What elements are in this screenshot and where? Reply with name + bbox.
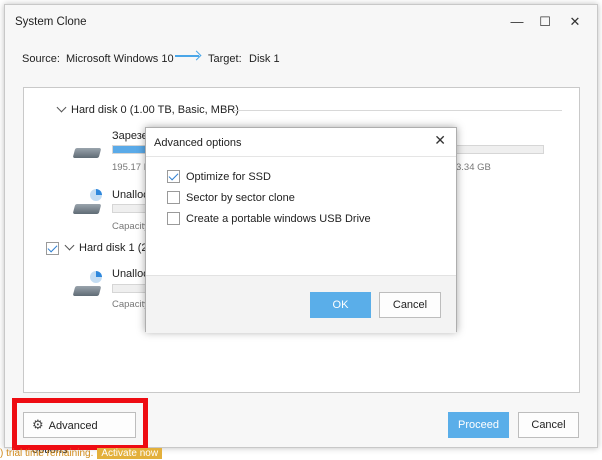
dialog-title: Advanced options	[154, 137, 242, 149]
window-title: System Clone	[15, 16, 87, 28]
disk-0-label: Hard disk 0 (1.00 TB, Basic, MBR)	[71, 104, 239, 116]
highlight-annotation	[12, 398, 148, 450]
disk-1-header[interactable]: Hard disk 1 (25	[64, 240, 154, 254]
source-label: Source:	[22, 53, 60, 65]
activate-now-link[interactable]: Activate now	[97, 448, 163, 459]
optimize-ssd-label: Optimize for SSD	[186, 171, 271, 183]
title-bar: System Clone — ☐ ✕	[5, 5, 597, 37]
partition-name: Unalloc	[112, 268, 149, 280]
trial-banner: ) trial time remaining. Activate now	[0, 448, 163, 460]
sector-clone-label: Sector by sector clone	[186, 192, 295, 204]
minimize-button[interactable]: —	[505, 11, 529, 33]
target-value: Disk 1	[249, 53, 280, 65]
drive-icon	[72, 286, 102, 296]
cancel-button[interactable]: Cancel	[518, 412, 579, 438]
source-value: Microsoft Windows 10	[66, 53, 174, 65]
sector-clone-checkbox[interactable]	[167, 191, 180, 204]
chevron-down-icon	[64, 240, 75, 251]
partition-name: Unalloc	[112, 189, 149, 201]
disk-0-header[interactable]: Hard disk 0 (1.00 TB, Basic, MBR)	[56, 102, 239, 116]
source-target-bar: Source: Microsoft Windows 10 Target: Dis…	[5, 45, 597, 73]
dialog-close-icon[interactable]: ✕	[434, 132, 446, 149]
partition-right-size: 3.34 GB	[456, 162, 491, 173]
target-label: Target:	[208, 53, 242, 65]
drive-icon	[72, 148, 102, 158]
chevron-down-icon	[56, 102, 67, 113]
disk-1-label: Hard disk 1 (25	[79, 242, 154, 254]
dialog-cancel-button[interactable]: Cancel	[379, 292, 441, 318]
divider	[146, 156, 456, 157]
divider	[234, 110, 562, 111]
optimize-ssd-checkbox[interactable]	[167, 170, 180, 183]
drive-icon	[72, 204, 102, 214]
pie-chart-icon	[90, 189, 102, 201]
maximize-button[interactable]: ☐	[533, 11, 557, 33]
dialog-footer: OK Cancel	[146, 275, 456, 333]
portable-usb-checkbox[interactable]	[167, 212, 180, 225]
portable-usb-label: Create a portable windows USB Drive	[186, 213, 371, 225]
disk-1-checkbox[interactable]	[46, 242, 59, 255]
advanced-options-dialog: Advanced options ✕ Optimize for SSD Sect…	[145, 127, 457, 333]
proceed-button[interactable]: Proceed	[448, 412, 509, 438]
pie-chart-icon	[90, 271, 102, 283]
arrow-right-icon	[175, 55, 199, 57]
close-button[interactable]: ✕	[563, 11, 587, 33]
ok-button[interactable]: OK	[310, 292, 371, 318]
trial-text: ) trial time remaining.	[0, 448, 94, 459]
